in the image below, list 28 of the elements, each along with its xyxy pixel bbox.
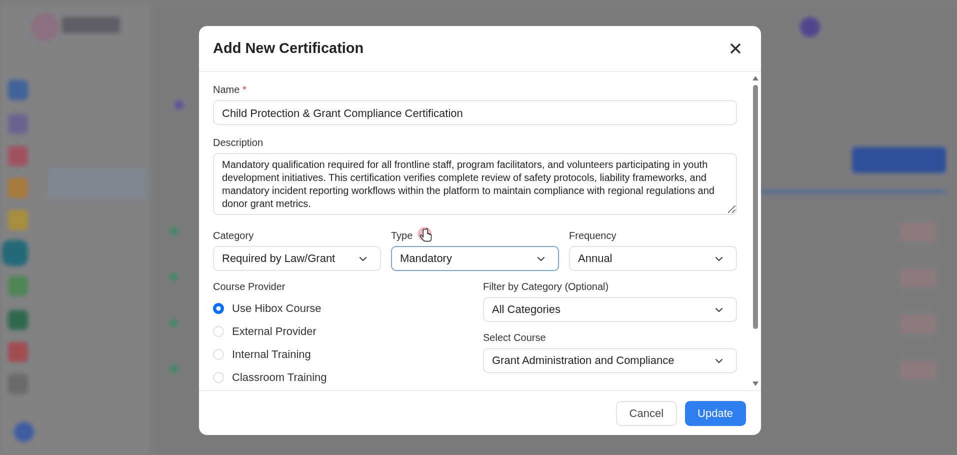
radio-label: Classroom Training [232,370,327,386]
select-field[interactable]: Grant Administration and Compliance [483,348,737,373]
field-label: Description [213,137,264,149]
radio-label: Use Hibox Course [232,301,322,316]
cancel-button[interactable]: Cancel [616,400,677,426]
description-field[interactable]: Mandatory qualification required for all frontline staff, program facilitators, and volunteers participating in youth development initiatives. This certification verifies complete review of safety protocols, liability frameworks, and mandatory incident reporting workflows within the platform to maintain compliance with regional regulations and donor grant metrics. [213,153,737,215]
field-label: Category [213,230,254,242]
radio-label: Internal Training [232,347,311,362]
field-label: Filter by Category (Optional) [483,281,609,293]
field-label: Name * [213,84,246,96]
field-label: Frequency [569,230,616,242]
name-field[interactable]: Child Protection & Grant Compliance Certification [213,100,737,125]
field-label: Type [391,230,413,242]
dialog-title: Add New Certification [213,40,364,58]
close-icon [730,43,741,54]
select-field[interactable]: Required by Law/Grant [213,246,381,271]
field-label: Course Provider [213,281,286,293]
field-label: Select Course [483,332,546,344]
select-field[interactable]: Annual [569,246,737,271]
radio-label: External Provider [232,324,316,340]
scroll-down-icon[interactable] [752,381,759,387]
update-button[interactable]: Update [684,400,746,426]
select-field[interactable]: All Categories [483,297,737,322]
scroll-up-icon[interactable] [752,75,759,81]
scrollbar-thumb[interactable] [753,85,758,329]
close-button[interactable] [728,41,743,56]
radio-button[interactable] [213,303,224,314]
select-field[interactable]: Mandatory [391,246,559,271]
